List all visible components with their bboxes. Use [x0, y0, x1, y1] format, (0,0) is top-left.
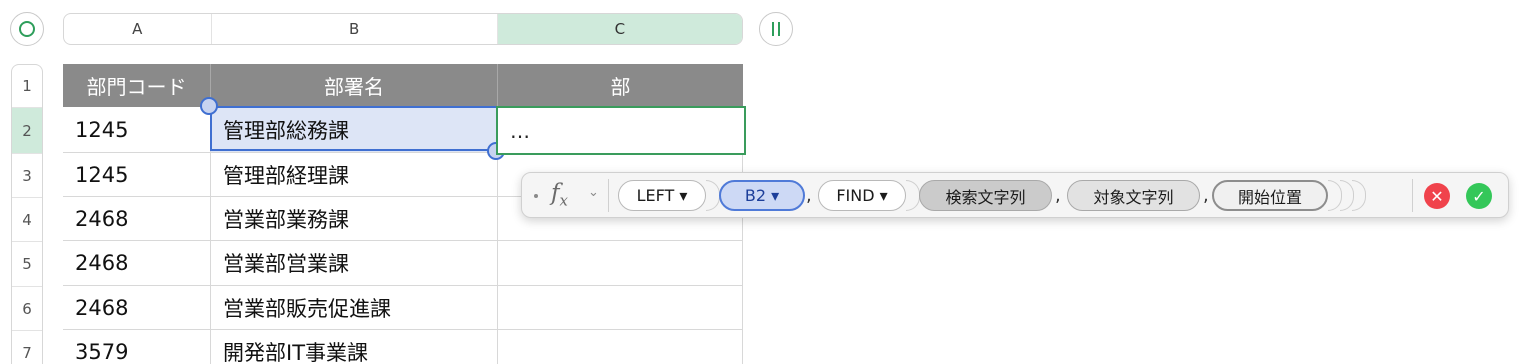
column-header-bar: A B C	[63, 13, 743, 45]
drag-handle-icon[interactable]	[534, 194, 538, 198]
paren-close	[1352, 180, 1366, 211]
table-cell[interactable]	[498, 241, 743, 286]
function-icon-x: x	[559, 191, 568, 210]
formula-editor: fx ⌄ LEFT ▾ B2 ▾ , FIND ▾ 検索文字列 , 対象文字列 …	[521, 172, 1509, 218]
column-header-b[interactable]: B	[212, 14, 498, 44]
function-token-find[interactable]: FIND ▾	[818, 180, 906, 211]
table-cell-b2[interactable]: 管理部総務課	[211, 107, 498, 153]
table-cell[interactable]: 2468	[63, 241, 211, 286]
table-cell[interactable]: 2468	[63, 286, 211, 330]
paren-open	[706, 180, 720, 211]
table-cell[interactable]	[498, 286, 743, 330]
comma: ,	[806, 185, 812, 206]
table-header-row: 部門コード 部署名 部	[63, 64, 743, 107]
table-cell[interactable]: 1245	[63, 153, 211, 197]
chevron-down-icon[interactable]: ⌄	[588, 185, 599, 200]
row-header-5[interactable]: 5	[12, 242, 42, 287]
table-cell[interactable]: 開発部IT事業課	[211, 330, 498, 364]
function-icon-f: f	[551, 180, 560, 206]
table-row: 3579 開発部IT事業課	[63, 330, 743, 364]
column-header-a[interactable]: A	[64, 14, 212, 44]
comma: ,	[1055, 185, 1061, 206]
table-cell[interactable]	[498, 330, 743, 364]
divider	[608, 179, 609, 212]
header-cell[interactable]: 部	[498, 64, 743, 107]
row-header-7[interactable]: 7	[12, 331, 42, 364]
circle-icon	[19, 21, 35, 37]
select-all-button[interactable]	[10, 12, 44, 46]
column-header-c[interactable]: C	[497, 14, 742, 44]
row-header-bar: 1 2 3 4 5 6 7	[11, 64, 43, 364]
function-icon[interactable]: fx	[551, 180, 568, 210]
argument-token-search-text[interactable]: 検索文字列	[919, 180, 1052, 211]
freeze-columns-button[interactable]	[759, 12, 793, 46]
argument-token-target-text[interactable]: 対象文字列	[1067, 180, 1200, 211]
table-cell[interactable]: 2468	[63, 197, 211, 241]
pause-icon	[772, 22, 774, 36]
row-header-6[interactable]: 6	[12, 287, 42, 331]
row-header-2[interactable]: 2	[12, 108, 42, 154]
table-cell[interactable]: 営業部販売促進課	[211, 286, 498, 330]
header-cell[interactable]: 部門コード	[63, 64, 211, 107]
header-cell[interactable]: 部署名	[211, 64, 498, 107]
argument-token-start-position[interactable]: 開始位置	[1212, 180, 1328, 211]
table-cell[interactable]: 営業部業務課	[211, 197, 498, 241]
divider	[1412, 179, 1413, 212]
pause-icon-bar	[778, 22, 780, 36]
active-cell-c2[interactable]: …	[496, 106, 746, 155]
row-header-4[interactable]: 4	[12, 198, 42, 242]
function-token-left[interactable]: LEFT ▾	[618, 180, 706, 211]
accept-button[interactable]: ✓	[1466, 183, 1492, 209]
table-cell[interactable]: 管理部経理課	[211, 153, 498, 197]
paren-open	[906, 180, 920, 211]
table-row: 2468 営業部営業課	[63, 241, 743, 286]
row-header-3[interactable]: 3	[12, 154, 42, 198]
cancel-button[interactable]: ✕	[1424, 183, 1450, 209]
table-cell[interactable]: 1245	[63, 107, 211, 153]
table-cell[interactable]: 3579	[63, 330, 211, 364]
comma: ,	[1203, 185, 1209, 206]
table-row: 2468 営業部販売促進課	[63, 286, 743, 330]
table-cell[interactable]: 営業部営業課	[211, 241, 498, 286]
cell-reference-token-b2[interactable]: B2 ▾	[719, 180, 805, 211]
row-header-1[interactable]: 1	[12, 65, 42, 108]
selection-handle-top-left[interactable]	[200, 97, 218, 115]
